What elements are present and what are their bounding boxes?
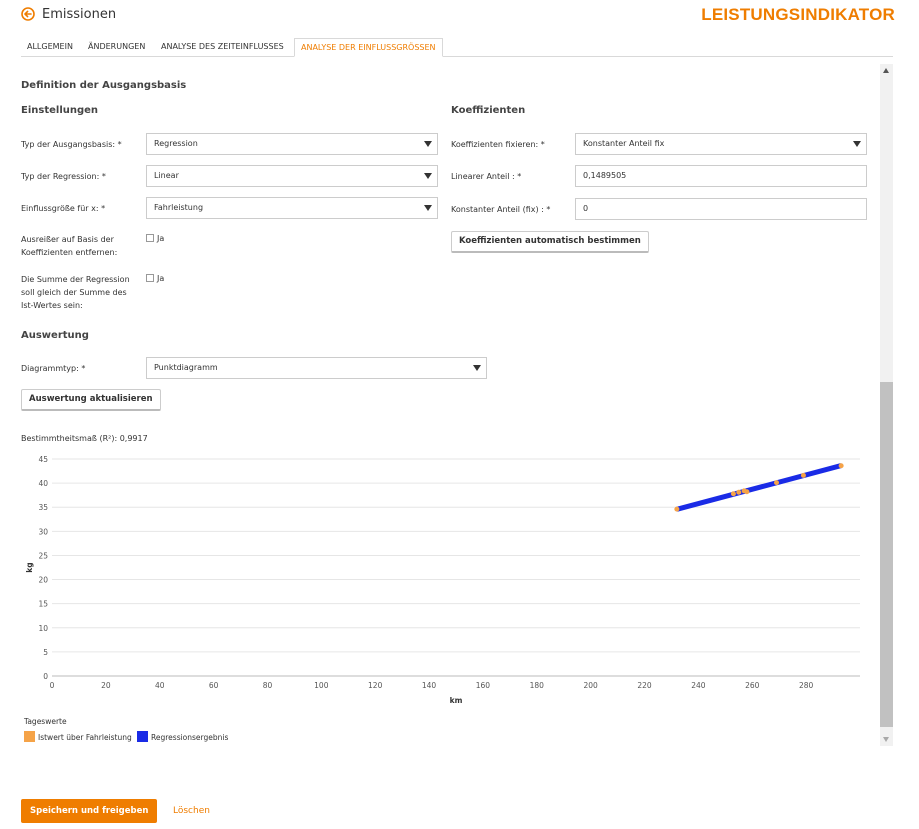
y-tick-label: 25 — [38, 551, 48, 560]
x-tick-label: 100 — [314, 681, 329, 690]
coef-fix-select[interactable]: Konstanter Anteil fix — [575, 133, 867, 155]
sum-checkbox-wrap[interactable]: Ja — [146, 274, 164, 283]
tab-zeiteinfluss[interactable]: ANALYSE DES ZEITEINFLUSSES — [155, 38, 290, 57]
regression-type-select[interactable]: Linear — [146, 165, 438, 187]
x-factor-label: Einflussgröße für x: * — [21, 204, 106, 213]
legend-swatch-actual — [24, 731, 35, 742]
save-and-release-button[interactable]: Speichern und freigeben — [21, 799, 158, 823]
regression-type-value: Linear — [154, 171, 179, 180]
x-tick-label: 140 — [422, 681, 437, 690]
legend-title: Tageswerte — [24, 717, 67, 726]
x-tick-label: 60 — [209, 681, 219, 690]
linear-coef-input[interactable]: 0,1489505 — [575, 165, 867, 187]
baseline-type-value: Regression — [154, 139, 198, 148]
x-factor-select[interactable]: Fahrleistung — [146, 197, 438, 219]
y-axis-title: kg — [25, 562, 34, 572]
x-tick-label: 200 — [584, 681, 599, 690]
chart-type-label: Diagrammtyp: * — [21, 364, 86, 373]
chevron-down-icon — [424, 141, 432, 147]
coef-fix-value: Konstanter Anteil fix — [583, 139, 665, 148]
tab-bar: ALLGEMEIN ÄNDERUNGEN ANALYSE DES ZEITEIN… — [21, 38, 893, 57]
x-tick-label: 260 — [745, 681, 760, 690]
y-tick-label: 40 — [38, 479, 48, 488]
x-tick-label: 280 — [799, 681, 814, 690]
outliers-checkbox-wrap[interactable]: Ja — [146, 234, 164, 243]
y-tick-label: 10 — [38, 624, 48, 633]
x-tick-label: 160 — [476, 681, 491, 690]
outliers-checkbox[interactable] — [146, 234, 154, 242]
linear-coef-label: Linearer Anteil : * — [451, 172, 522, 181]
tab-einflussgroessen[interactable]: ANALYSE DER EINFLUSSGRÖSSEN — [294, 38, 443, 57]
header: Emissionen LEISTUNGSINDIKATOR — [0, 0, 919, 34]
x-tick-label: 0 — [50, 681, 55, 690]
x-tick-label: 80 — [263, 681, 273, 690]
legend-swatch-regression — [137, 731, 148, 742]
sum-option: Ja — [157, 274, 165, 283]
back-arrow-icon[interactable] — [21, 7, 35, 21]
outliers-label: Ausreißer auf Basis der Koeffizienten en… — [21, 235, 118, 257]
coef-fix-label: Koeffizienten fixieren: * — [451, 140, 545, 149]
x-tick-label: 120 — [368, 681, 383, 690]
x-tick-label: 220 — [637, 681, 652, 690]
legend-item-actual[interactable]: Istwert über Fahrleistung — [24, 731, 132, 742]
sum-checkbox[interactable] — [146, 274, 154, 282]
chevron-down-icon — [853, 141, 861, 147]
legend-item-regression[interactable]: Regressionsergebnis — [137, 731, 228, 742]
scroll-up-icon[interactable] — [883, 68, 889, 73]
data-point — [800, 472, 806, 478]
constant-coef-input[interactable]: 0 — [575, 198, 867, 220]
data-point — [838, 463, 844, 469]
section-title-definition: Definition der Ausgangsbasis — [21, 80, 187, 91]
y-tick-label: 30 — [38, 527, 48, 536]
tab-aenderungen[interactable]: ÄNDERUNGEN — [82, 38, 151, 57]
data-point — [774, 480, 780, 486]
y-tick-label: 15 — [38, 600, 48, 609]
chart-type-select[interactable]: Punktdiagramm — [146, 357, 487, 379]
chevron-down-icon — [473, 365, 481, 371]
baseline-type-label: Typ der Ausgangsbasis: * — [21, 140, 122, 149]
chevron-down-icon — [424, 205, 432, 211]
legend-label-actual: Istwert über Fahrleistung — [38, 733, 132, 742]
data-point — [674, 506, 680, 512]
y-tick-label: 0 — [43, 672, 48, 681]
update-evaluation-button[interactable]: Auswertung aktualisieren — [21, 389, 161, 411]
scrollbar-thumb[interactable] — [880, 382, 893, 727]
scroll-down-icon[interactable] — [883, 737, 889, 742]
sum-label: Die Summe der Regression soll gleich der… — [21, 275, 130, 310]
page-title: Emissionen — [42, 7, 117, 22]
section-title-evaluation: Auswertung — [21, 330, 89, 341]
legend-label-regression: Regressionsergebnis — [151, 733, 229, 742]
regression-line — [676, 463, 842, 512]
y-tick-label: 45 — [38, 455, 48, 464]
y-tick-label: 35 — [38, 503, 48, 512]
scatter-chart: 0 5 10 15 20 25 30 35 40 45 0 20 40 60 80 100 120 140 160 1… — [25, 455, 860, 705]
x-tick-label: 180 — [530, 681, 545, 690]
delete-link[interactable]: Löschen — [173, 806, 210, 816]
scrollbar[interactable] — [880, 64, 893, 746]
x-factor-value: Fahrleistung — [154, 203, 204, 212]
chevron-down-icon — [424, 173, 432, 179]
data-point — [736, 489, 742, 495]
constant-coef-label: Konstanter Anteil (fix) : * — [451, 205, 551, 214]
tab-allgemein[interactable]: ALLGEMEIN — [21, 38, 79, 57]
y-tick-label: 20 — [38, 576, 48, 585]
chart-type-value: Punktdiagramm — [154, 363, 218, 372]
data-point — [744, 489, 750, 495]
data-point — [730, 491, 736, 497]
brand-title: LEISTUNGSINDIKATOR — [701, 5, 895, 24]
section-title-settings: Einstellungen — [21, 105, 99, 116]
regression-type-label: Typ der Regression: * — [21, 172, 106, 181]
x-tick-label: 20 — [101, 681, 111, 690]
section-title-coefficients: Koeffizienten — [451, 105, 526, 116]
x-tick-label: 240 — [691, 681, 706, 690]
x-tick-label: 40 — [155, 681, 165, 690]
outliers-option: Ja — [157, 234, 165, 243]
auto-coefficients-button[interactable]: Koeffizienten automatisch bestimmen — [451, 231, 649, 253]
y-tick-label: 5 — [43, 648, 48, 657]
r-squared-text: Bestimmtheitsmaß (R²): 0,9917 — [21, 434, 148, 443]
x-axis-title: km — [450, 696, 463, 705]
baseline-type-select[interactable]: Regression — [146, 133, 438, 155]
